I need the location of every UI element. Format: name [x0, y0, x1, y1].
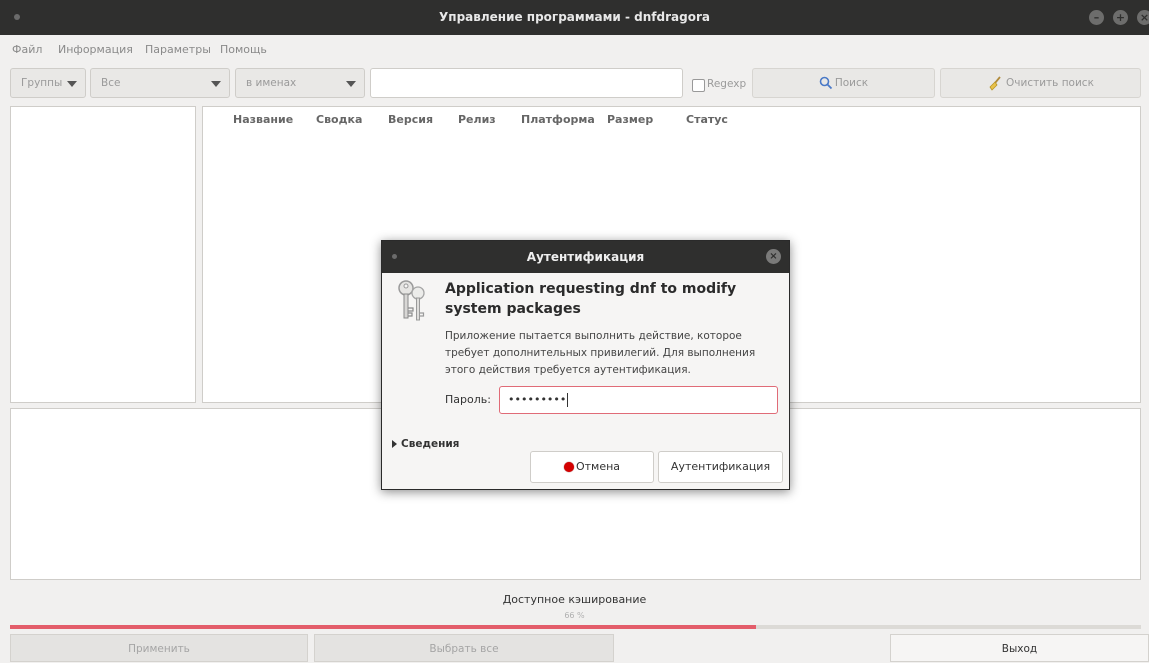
dialog-menu-dot-icon[interactable] [392, 254, 397, 259]
toolbar: Группы Все в именах Regexp Поиск Очистит… [0, 64, 1149, 106]
keys-icon [398, 280, 425, 321]
chevron-down-icon [67, 81, 77, 87]
progress-bar [10, 625, 1141, 629]
apply-button[interactable]: Применить [10, 634, 308, 662]
chevron-down-icon [211, 81, 221, 87]
exit-button[interactable]: Выход [890, 634, 1149, 662]
column-header-arch[interactable]: Платформа [521, 113, 595, 126]
search-button-label: Поиск [834, 77, 869, 89]
cancel-button[interactable]: Отмена [530, 451, 654, 483]
column-header-name[interactable]: Название [233, 113, 293, 126]
groups-view-label: Группы [21, 77, 63, 89]
status-text: Доступное кэширование [502, 593, 647, 606]
search-field-select[interactable]: в именах [235, 68, 365, 98]
details-expander[interactable]: Сведения [392, 438, 459, 450]
regexp-checkbox[interactable] [692, 79, 705, 92]
authenticate-button[interactable]: Аутентификация [658, 451, 783, 483]
auth-dialog-heading: Application requesting dnf to modify sys… [445, 281, 737, 317]
groups-tree[interactable] [10, 106, 196, 403]
package-filter-select[interactable]: Все [90, 68, 230, 98]
groups-view-select[interactable]: Группы [10, 68, 86, 98]
cancel-icon [563, 462, 574, 472]
progress-percent: 66 % [564, 611, 585, 620]
broom-icon [989, 76, 1001, 91]
text-caret [567, 393, 569, 407]
menu-file[interactable]: Файл [12, 43, 42, 56]
password-label: Пароль: [445, 393, 491, 406]
password-value: ••••••••• [508, 393, 567, 406]
search-field-value: в именах [246, 77, 297, 89]
close-icon[interactable]: × [766, 249, 781, 264]
expander-arrow-icon [392, 440, 397, 448]
column-header-release[interactable]: Релиз [458, 113, 496, 126]
progress-bar-fill [10, 625, 757, 629]
window-title: Управление программами - dnfdragora [439, 10, 710, 24]
auth-dialog: Аутентификация × Application requesting … [381, 240, 790, 490]
maximize-icon[interactable]: + [1113, 10, 1128, 25]
password-field[interactable]: ••••••••• [499, 386, 778, 414]
column-header-summary[interactable]: Сводка [316, 113, 362, 126]
column-header-version[interactable]: Версия [388, 113, 433, 126]
details-label: Сведения [401, 438, 460, 450]
minimize-icon[interactable]: – [1089, 10, 1104, 25]
search-icon [819, 76, 832, 90]
menu-information[interactable]: Информация [58, 43, 133, 56]
menu-bar: Файл Информация Параметры Помощь [0, 35, 1149, 64]
auth-dialog-title: Аутентификация [382, 241, 789, 273]
menu-help[interactable]: Помощь [220, 43, 267, 56]
column-header-status[interactable]: Статус [686, 113, 728, 126]
package-filter-value: Все [101, 77, 121, 89]
window-titlebar: Управление программами - dnfdragora – + … [0, 0, 1149, 35]
select-all-button[interactable]: Выбрать все [314, 634, 614, 662]
clear-search-label: Очистить поиск [1006, 77, 1094, 89]
regexp-label: Regexp [707, 78, 747, 90]
auth-dialog-description: Приложение пытается выполнить действие, … [445, 330, 756, 376]
close-icon[interactable]: × [1137, 10, 1149, 25]
search-button[interactable]: Поиск [752, 68, 935, 98]
column-header-size[interactable]: Размер [607, 113, 653, 126]
chevron-down-icon [346, 81, 356, 87]
search-input[interactable] [370, 68, 683, 98]
clear-search-button[interactable]: Очистить поиск [940, 68, 1141, 98]
cancel-label: Отмена [575, 460, 621, 473]
menu-settings[interactable]: Параметры [145, 43, 211, 56]
